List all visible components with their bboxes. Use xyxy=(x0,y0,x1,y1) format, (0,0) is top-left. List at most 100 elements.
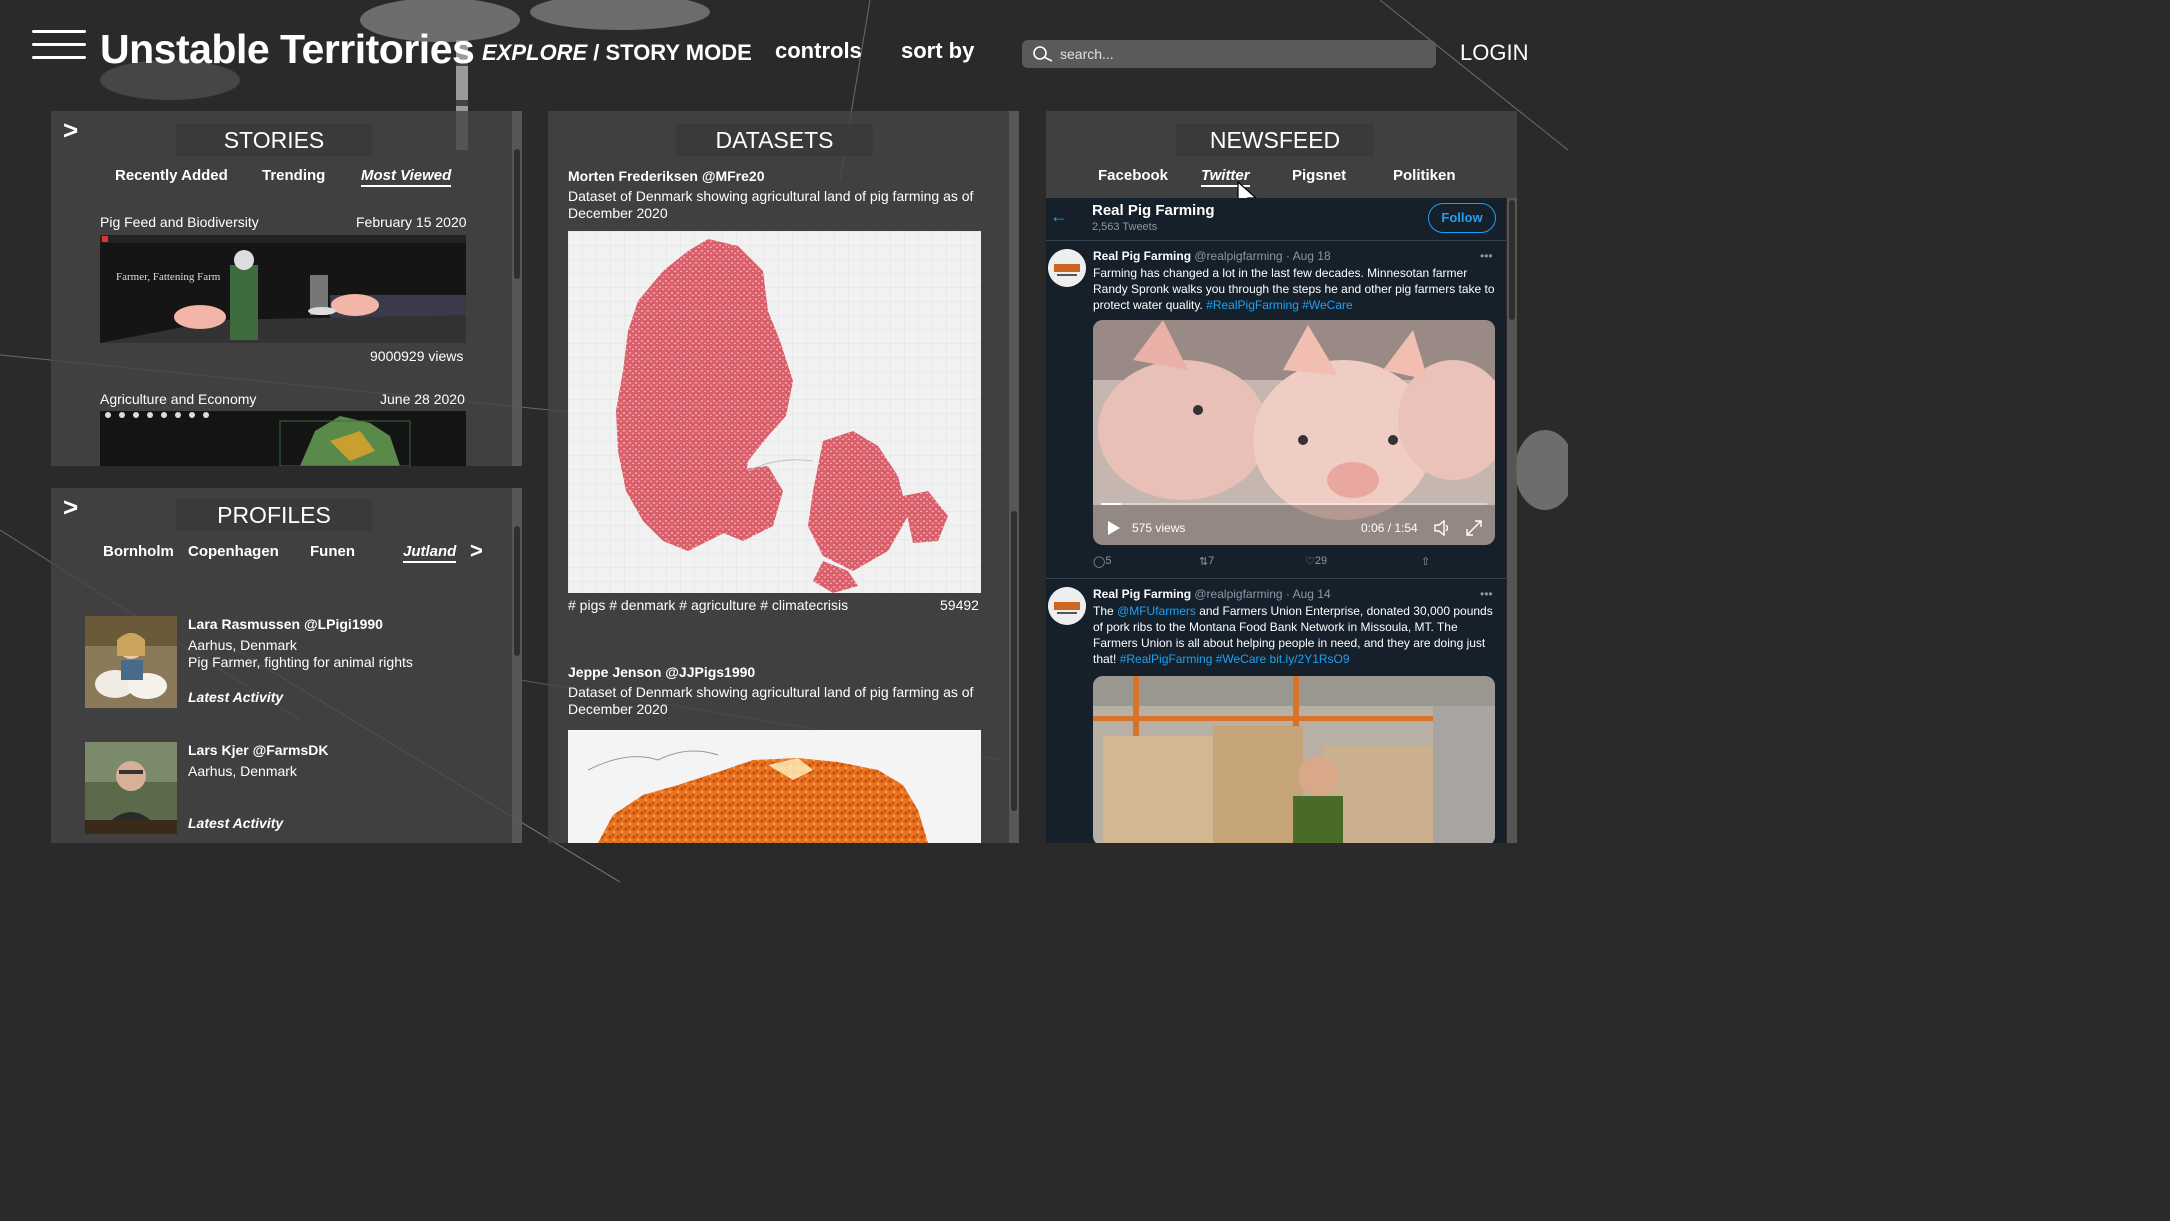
menu-icon[interactable] xyxy=(32,30,86,60)
mode-switch[interactable]: EXPLORE / STORY MODE xyxy=(482,40,752,66)
sort-by-link[interactable]: sort by xyxy=(901,38,974,64)
profiles-next-button[interactable]: > xyxy=(470,538,483,564)
story-mode-label[interactable]: STORY MODE xyxy=(605,40,751,65)
mode-separator: / xyxy=(587,40,606,65)
profiles-title: PROFILES xyxy=(176,499,372,531)
dataset-count: 59492 xyxy=(940,597,979,613)
stories-scrollbar[interactable] xyxy=(512,111,522,466)
story-thumbnail[interactable] xyxy=(100,411,466,466)
dataset-author[interactable]: Morten Frederiksen @MFre20 xyxy=(568,168,765,184)
tweet-handle-date: @realpigfarming · Aug 14 xyxy=(1194,587,1331,601)
profiles-collapse-button[interactable]: > xyxy=(63,492,78,523)
profile-name[interactable]: Lara Rasmussen @LPigi1990 xyxy=(188,616,383,632)
tab-jutland[interactable]: Jutland xyxy=(403,543,457,563)
profiles-scrollbar[interactable] xyxy=(512,488,522,843)
profile-location: Aarhus, Denmark xyxy=(188,637,297,653)
story-thumb-caption: Farmer, Fattening Farm xyxy=(116,271,221,283)
tweet-avatar[interactable] xyxy=(1048,249,1086,287)
tweet-body-start: The xyxy=(1093,604,1118,618)
login-button[interactable]: LOGIN xyxy=(1460,40,1528,66)
latest-activity-link[interactable]: Latest Activity xyxy=(188,689,283,705)
dataset-description: Dataset of Denmark showing agricultural … xyxy=(568,188,974,221)
newsfeed-scrollbar[interactable] xyxy=(1507,198,1517,843)
volume-icon[interactable] xyxy=(1433,519,1451,537)
real-pig-farming-logo xyxy=(1048,587,1086,625)
dataset-author[interactable]: Jeppe Jenson @JJPigs1990 xyxy=(568,664,755,680)
story-views: 9000929 views xyxy=(370,348,464,364)
tweet-meta: Real Pig Farming @realpigfarming · Aug 1… xyxy=(1093,587,1331,601)
tweet-actions: ◯ 5 ⇅ 7 ♡ 29 ⇧ xyxy=(1093,555,1433,571)
controls-link[interactable]: controls xyxy=(775,38,862,64)
twitter-profile-header: ← Real Pig Farming 2,563 Tweets Follow xyxy=(1046,198,1506,238)
tweet-author[interactable]: Real Pig Farming xyxy=(1093,249,1191,263)
real-pig-farming-logo xyxy=(1048,249,1086,287)
tab-trending[interactable]: Trending xyxy=(262,167,325,184)
tab-copenhagen[interactable]: Copenhagen xyxy=(188,543,279,560)
stories-title: STORIES xyxy=(176,124,372,156)
like-button[interactable]: ♡ 29 xyxy=(1305,555,1327,568)
back-arrow-icon[interactable]: ← xyxy=(1050,206,1068,227)
share-icon[interactable]: ⇧ xyxy=(1421,555,1430,568)
stories-collapse-button[interactable]: > xyxy=(63,115,78,146)
profile-photo-image xyxy=(85,616,177,708)
fullscreen-icon[interactable] xyxy=(1465,519,1483,537)
tab-politiken[interactable]: Politiken xyxy=(1393,167,1456,184)
divider xyxy=(1046,578,1506,579)
profile-photo-image xyxy=(85,742,177,834)
tweet-avatar[interactable] xyxy=(1048,587,1086,625)
reply-button[interactable]: ◯ 5 xyxy=(1093,555,1111,568)
tweet-hashtags[interactable]: #RealPigFarming #WeCare xyxy=(1206,298,1353,312)
tweet-video[interactable]: 575 views 0:06 / 1:54 xyxy=(1093,320,1495,545)
dataset-tags[interactable]: # pigs # denmark # agriculture # climate… xyxy=(568,597,868,614)
explore-mode-label[interactable]: EXPLORE xyxy=(482,40,587,65)
tab-recently-added[interactable]: Recently Added xyxy=(115,167,228,184)
tweet-author[interactable]: Real Pig Farming xyxy=(1093,587,1191,601)
story-map-image xyxy=(100,411,466,466)
avatar[interactable] xyxy=(85,616,177,708)
retweet-button[interactable]: ⇅ 7 xyxy=(1199,555,1214,568)
twitter-account-name[interactable]: Real Pig Farming xyxy=(1092,202,1215,219)
datasets-title: DATASETS xyxy=(676,124,873,156)
datasets-scrollbar[interactable] xyxy=(1009,111,1019,843)
tweet-mention[interactable]: @MFUfarmers xyxy=(1117,604,1196,618)
reply-count: 5 xyxy=(1105,555,1112,567)
newsfeed-panel: NEWSFEED Facebook Twitter Pigsnet Politi… xyxy=(1046,111,1517,198)
more-options-icon[interactable]: ••• xyxy=(1480,249,1493,263)
profile-name[interactable]: Lars Kjer @FarmsDK xyxy=(188,742,328,758)
datasets-panel: DATASETS Morten Frederiksen @MFre20 Data… xyxy=(548,111,1019,843)
story-title[interactable]: Agriculture and Economy xyxy=(100,391,256,407)
tweet-hashtags[interactable]: #RealPigFarming #WeCare bit.ly/2Y1RsO9 xyxy=(1120,652,1350,666)
tab-pigsnet[interactable]: Pigsnet xyxy=(1292,167,1346,184)
story-thumbnail[interactable]: Farmer, Fattening Farm xyxy=(100,235,466,343)
story-scene-image xyxy=(100,235,466,343)
tab-facebook[interactable]: Facebook xyxy=(1098,167,1168,184)
search-bar[interactable] xyxy=(1022,40,1436,68)
twitter-tweet-count: 2,563 Tweets xyxy=(1092,221,1158,233)
tweet-text: The @MFUfarmers and Farmers Union Enterp… xyxy=(1093,603,1499,667)
dataset-description: Dataset of Denmark showing agricultural … xyxy=(568,684,974,717)
play-icon[interactable] xyxy=(1107,520,1121,536)
tab-bornholm[interactable]: Bornholm xyxy=(103,543,174,560)
like-count: 29 xyxy=(1314,555,1328,567)
avatar[interactable] xyxy=(85,742,177,834)
tweet-image[interactable] xyxy=(1093,676,1495,843)
dataset-map-image[interactable] xyxy=(568,730,981,843)
stories-panel: > STORIES Recently Added Trending Most V… xyxy=(51,111,522,466)
tab-most-viewed[interactable]: Most Viewed xyxy=(361,167,452,187)
video-time: 0:06 / 1:54 xyxy=(1361,521,1418,535)
divider xyxy=(1046,240,1506,241)
story-title[interactable]: Pig Feed and Biodiversity xyxy=(100,214,259,230)
food-bank-photo xyxy=(1093,676,1495,843)
tab-funen[interactable]: Funen xyxy=(310,543,355,560)
profile-location: Aarhus, Denmark xyxy=(188,763,297,779)
pigs-video-frame xyxy=(1093,320,1495,545)
story-date: February 15 2020 xyxy=(356,214,467,230)
profile-bio: Pig Farmer, fighting for animal rights xyxy=(188,654,413,670)
denmark-heat-map xyxy=(568,730,981,843)
latest-activity-link[interactable]: Latest Activity xyxy=(188,815,283,831)
follow-button[interactable]: Follow xyxy=(1428,203,1496,233)
more-options-icon[interactable]: ••• xyxy=(1480,587,1493,601)
dataset-map-image[interactable] xyxy=(568,231,981,593)
search-input[interactable] xyxy=(1060,46,1420,62)
tweet-meta: Real Pig Farming @realpigfarming · Aug 1… xyxy=(1093,249,1331,263)
